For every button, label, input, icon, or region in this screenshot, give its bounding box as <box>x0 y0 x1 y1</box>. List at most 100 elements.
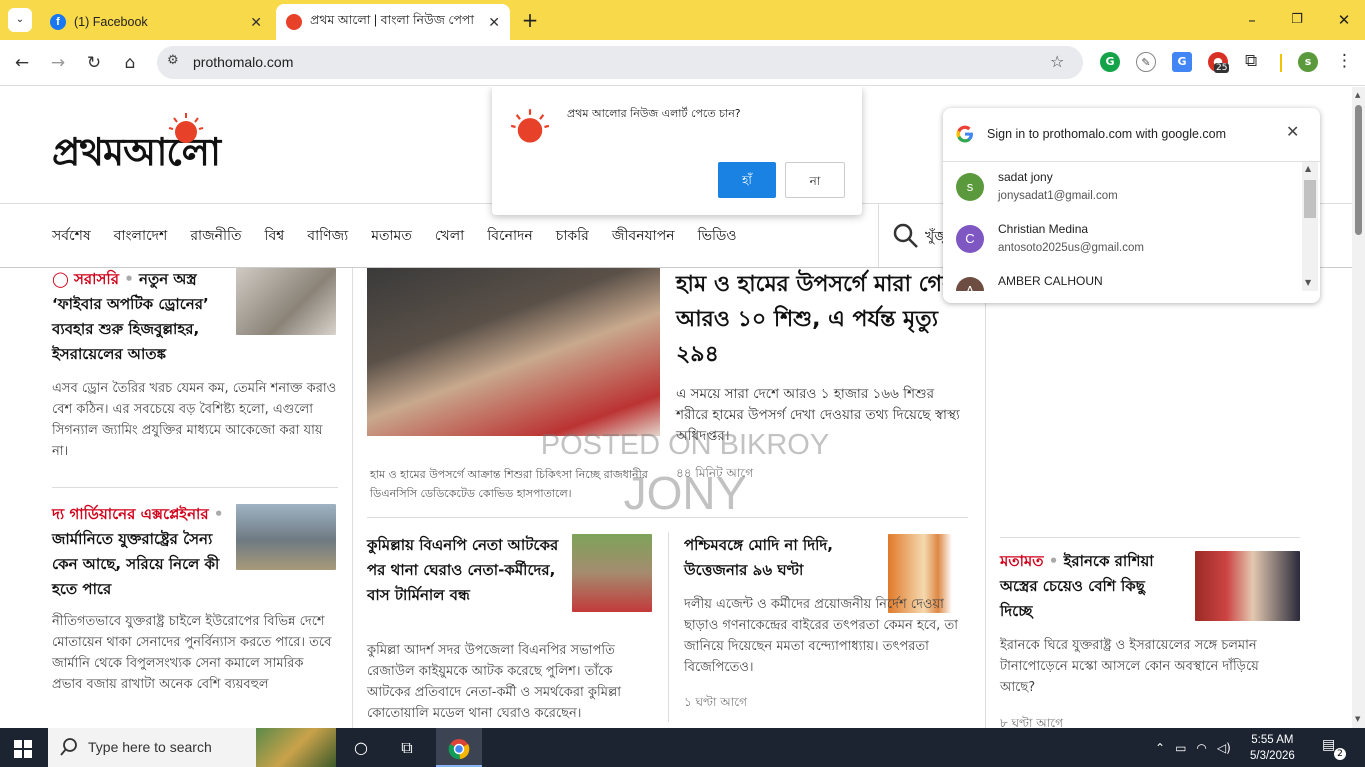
menu-kebab-icon[interactable]: ⋮ <box>1336 51 1353 71</box>
volume-icon[interactable]: ◁) <box>1217 741 1231 755</box>
lead-photo[interactable] <box>367 268 660 436</box>
article-headline[interactable]: দ্য গার্ডিয়ানের এক্সপ্লেইনার • জার্মানি… <box>52 502 232 602</box>
scroll-down-icon[interactable]: ▼ <box>1305 278 1311 287</box>
extension-icon[interactable]: ✎ <box>1136 52 1156 72</box>
article-headline[interactable]: পশ্চিমবঙ্গে মোদি না দিদি, উত্তেজনার ৯৬ ঘ… <box>684 533 874 583</box>
crowd-photo[interactable] <box>572 534 652 612</box>
taskbar-search-box[interactable]: Type here to search <box>48 728 336 767</box>
article-summary: দলীয় এজেন্ট ও কর্মীদের প্রয়োজনীয় নির্… <box>684 597 958 675</box>
main-nav: সর্বশেষ বাংলাদেশ রাজনীতি বিশ্ব বাণিজ্য ম… <box>52 224 737 248</box>
avatar: A <box>956 277 984 291</box>
scroll-thumb[interactable] <box>1304 180 1316 218</box>
column-divider <box>668 532 669 722</box>
drone-photo[interactable] <box>236 268 336 335</box>
nav-item[interactable]: বাংলাদেশ <box>114 224 168 248</box>
prothomalo-logo[interactable]: প্রথমআলো <box>52 109 332 179</box>
column-divider <box>352 268 353 728</box>
bookmark-star-icon[interactable]: ☆ <box>1050 52 1064 71</box>
nav-item[interactable]: বাণিজ্য <box>307 224 348 248</box>
scroll-down-icon[interactable]: ▼ <box>1355 715 1360 723</box>
article-right-1[interactable]: মতামত • ইরানকে রাশিয়া অস্ত্রের চেয়েও ব… <box>1000 549 1180 624</box>
show-hidden-icons[interactable]: ⌃ <box>1155 741 1165 755</box>
close-tab-icon[interactable]: ✕ <box>488 14 500 31</box>
tab-title: প্রথম আলো | বাংলা নিউজ পেপা <box>310 13 475 27</box>
article-headline[interactable]: কুমিল্লায় বিএনপি নেতা আটকের পর থানা ঘের… <box>367 533 562 608</box>
logo-sun-icon <box>168 113 204 143</box>
nav-item[interactable]: রাজনীতি <box>190 224 241 248</box>
lead-headline[interactable]: হাম ও হামের উপসর্গে মারা গেল আরও ১০ শিশু… <box>676 267 968 372</box>
tab-search-button[interactable]: ⌄ <box>8 8 32 32</box>
reload-button[interactable]: ↻ <box>81 50 107 76</box>
tab-facebook[interactable]: f (1) Facebook ✕ <box>40 4 272 40</box>
article-headline[interactable]: মতামত • ইরানকে রাশিয়া অস্ত্রের চেয়েও ব… <box>1000 549 1180 624</box>
scroll-up-icon[interactable]: ▲ <box>1355 91 1360 99</box>
account-item[interactable]: A AMBER CALHOUN <box>956 266 1296 291</box>
account-list-scrollbar[interactable]: ▲ ▼ <box>1302 162 1318 291</box>
search-highlight-image <box>256 728 336 767</box>
taskbar-clock[interactable]: 5:55 AM 5/3/2026 <box>1250 732 1295 764</box>
article-left-2[interactable]: দ্য গার্ডিয়ানের এক্সপ্লেইনার • জার্মানি… <box>52 502 232 602</box>
allow-button[interactable]: হাঁ <box>718 162 776 198</box>
nav-item[interactable]: মতামত <box>371 224 412 248</box>
scroll-thumb[interactable] <box>1355 105 1362 235</box>
profile-avatar[interactable]: s <box>1298 52 1318 72</box>
clock-time: 5:55 AM <box>1251 734 1294 746</box>
address-bar[interactable]: ⚙ prothomalo.com ☆ <box>157 46 1083 79</box>
maximize-button[interactable]: ❐ <box>1285 8 1309 32</box>
nav-item[interactable]: বিনোদন <box>487 224 533 248</box>
account-item[interactable]: s sadat jony jonysadat1@gmail.com <box>956 162 1296 214</box>
wifi-icon[interactable]: ◠ <box>1196 741 1206 755</box>
column-divider <box>985 268 986 728</box>
close-window-button[interactable]: ✕ <box>1332 8 1356 32</box>
signin-title: Sign in to prothomalo.com with google.co… <box>987 127 1227 141</box>
separator-dot: • <box>208 505 224 523</box>
aircraft-photo[interactable] <box>236 504 336 570</box>
start-button[interactable] <box>0 728 46 767</box>
home-button[interactable]: ⌂ <box>117 50 143 76</box>
notification-count-badge: 2 <box>1334 748 1346 760</box>
forward-button[interactable]: → <box>45 50 71 76</box>
google-g-icon <box>956 125 973 143</box>
timestamp: ৮ ঘণ্টা আগে <box>1000 716 1063 728</box>
extensions-puzzle-icon[interactable]: ⧉ <box>1245 51 1257 71</box>
deny-button[interactable]: না <box>785 162 845 198</box>
tab-title: (1) Facebook <box>74 15 148 29</box>
site-info-icon[interactable]: ⚙ <box>167 53 179 68</box>
close-icon[interactable]: ✕ <box>1286 122 1299 141</box>
tab-prothomalo[interactable]: প্রথম আলো | বাংলা নিউজ পেপা ✕ <box>276 4 510 40</box>
nav-item[interactable]: চাকরি <box>556 224 589 248</box>
putin-photo[interactable] <box>1195 551 1300 621</box>
divider <box>52 487 338 488</box>
page-scrollbar[interactable]: ▲ ▼ <box>1352 87 1365 728</box>
article-tag: সরাসরি <box>74 270 119 288</box>
scroll-up-icon[interactable]: ▲ <box>1305 164 1311 173</box>
url-text: prothomalo.com <box>193 54 294 70</box>
article-headline[interactable]: ◯ সরাসরি • নতুন অস্ত্র ‘ফাইবার অপটিক ড্র… <box>52 267 232 367</box>
nav-item[interactable]: জীবনযাপন <box>612 224 675 248</box>
translate-icon[interactable]: G <box>1172 52 1192 72</box>
chrome-taskbar-icon[interactable] <box>436 728 482 767</box>
nav-item[interactable]: বিশ্ব <box>264 224 284 248</box>
article-summary: কুমিল্লা আদর্শ সদর উপজেলা বিএনপির সভাপতি… <box>367 643 621 721</box>
avatar: C <box>956 225 984 253</box>
search-icon <box>60 738 77 756</box>
watermark: POSTED ON BIKROY JONY <box>535 425 835 521</box>
minimize-button[interactable]: – <box>1240 8 1264 32</box>
nav-item[interactable]: খেলা <box>435 224 464 248</box>
chrome-icon <box>448 738 470 759</box>
close-tab-icon[interactable]: ✕ <box>250 14 262 31</box>
task-view-icon[interactable]: ⧉ <box>384 728 430 767</box>
battery-icon[interactable]: ▭ <box>1175 741 1186 755</box>
nav-item[interactable]: সর্বশেষ <box>52 224 91 248</box>
back-button[interactable]: ← <box>9 50 35 76</box>
grammarly-icon[interactable]: G <box>1100 52 1120 72</box>
article-summary: ইরানকে ঘিরে যুক্তরাষ্ট্র ও ইসরায়েলের সঙ… <box>1000 638 1259 695</box>
account-item[interactable]: C Christian Medina antosoto2025us@gmail.… <box>956 214 1296 266</box>
article-left-1[interactable]: ◯ সরাসরি • নতুন অস্ত্র ‘ফাইবার অপটিক ড্র… <box>52 267 232 367</box>
account-name: Christian Medina <box>998 222 1089 236</box>
cortana-icon[interactable]: ○ <box>338 728 384 767</box>
nav-item[interactable]: ভিডিও <box>698 224 737 248</box>
account-list: s sadat jony jonysadat1@gmail.com C Chri… <box>943 161 1320 291</box>
live-icon: ◯ <box>52 270 75 288</box>
new-tab-button[interactable]: + <box>518 8 542 32</box>
